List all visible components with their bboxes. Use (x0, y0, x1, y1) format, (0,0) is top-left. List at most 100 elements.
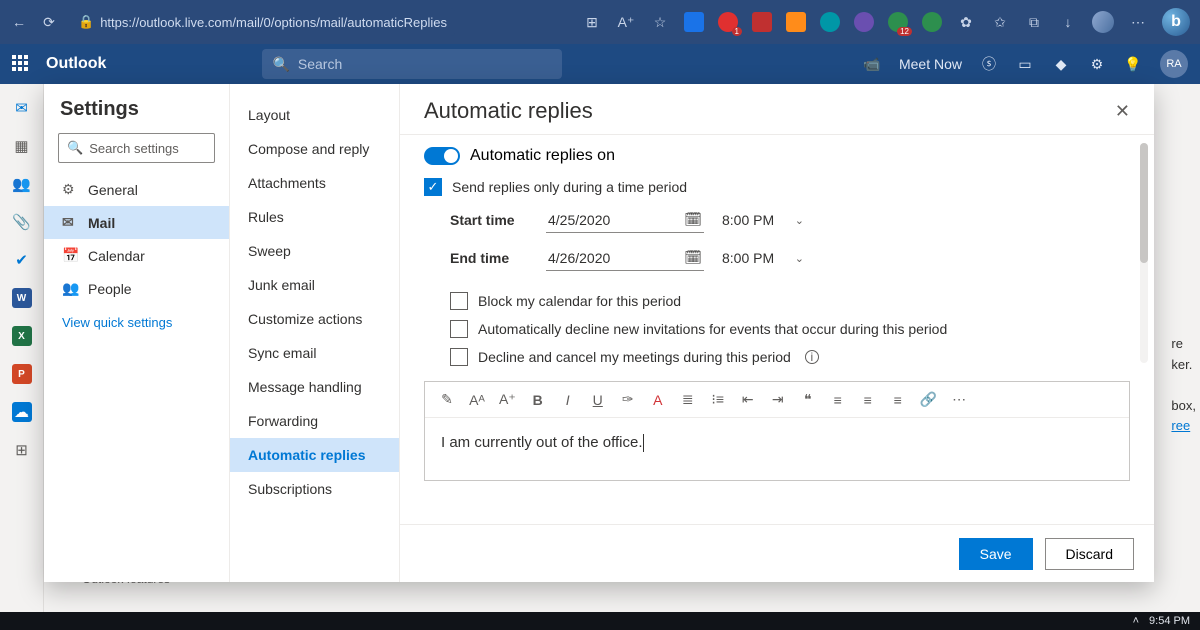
format-painter-icon[interactable]: ✎ (439, 391, 455, 408)
app-launcher-icon[interactable] (12, 55, 30, 73)
teams-icon[interactable]: ▭ (1016, 56, 1034, 73)
rail-todo-icon[interactable]: ✔ (12, 250, 32, 270)
link-icon[interactable]: 🔗 (920, 391, 937, 408)
numbering-icon[interactable]: ⁝≡ (710, 391, 726, 408)
settings-gear-icon[interactable]: ⚙ (1088, 56, 1106, 73)
tray-up-icon[interactable]: ˄ (1133, 615, 1139, 627)
system-clock[interactable]: 9:54 PM (1149, 615, 1190, 627)
subnav-attachments[interactable]: Attachments (230, 166, 399, 200)
ext-icon-3[interactable] (752, 12, 772, 32)
end-time-select[interactable]: 8:00 PM ⌄ (722, 250, 804, 266)
profile-avatar-icon[interactable] (1092, 11, 1114, 33)
rail-people-icon[interactable]: 👥 (12, 174, 32, 194)
ext-icon-8[interactable] (922, 12, 942, 32)
align-right-icon[interactable]: ≡ (890, 392, 906, 408)
ext-icon-2[interactable]: 1 (718, 12, 738, 32)
editor-content[interactable]: I am currently out of the office. (425, 418, 1129, 480)
skype-icon[interactable]: ⓢ (980, 54, 998, 74)
time-period-checkbox[interactable]: ✓ (424, 178, 442, 196)
meet-now-button[interactable]: Meet Now (899, 56, 962, 72)
subnav-sweep[interactable]: Sweep (230, 234, 399, 268)
rail-mail-icon[interactable]: ✉ (0, 98, 38, 118)
back-icon[interactable]: ← (10, 14, 28, 30)
category-calendar[interactable]: 📅Calendar (44, 239, 229, 272)
rail-powerpoint-icon[interactable]: P (12, 364, 32, 384)
app-grid-icon[interactable]: ⊞ (582, 12, 602, 32)
subnav-compose-and-reply[interactable]: Compose and reply (230, 132, 399, 166)
favorite-icon[interactable]: ☆ (650, 12, 670, 32)
start-time-select[interactable]: 8:00 PM ⌄ (722, 212, 804, 228)
subnav-junk-email[interactable]: Junk email (230, 268, 399, 302)
underline-button[interactable]: U (590, 392, 606, 408)
indent-icon[interactable]: ⇥ (770, 391, 786, 408)
category-people[interactable]: 👥People (44, 272, 229, 305)
video-icon[interactable]: 📹 (863, 56, 881, 73)
bold-button[interactable]: B (530, 392, 546, 408)
block-calendar-checkbox[interactable] (450, 292, 468, 310)
italic-button[interactable]: I (560, 392, 576, 408)
subnav-rules[interactable]: Rules (230, 200, 399, 234)
more-icon[interactable]: ⋯ (1128, 12, 1148, 32)
subnav-sync-email[interactable]: Sync email (230, 336, 399, 370)
auto-reply-toggle[interactable] (424, 147, 460, 165)
rail-more-apps-icon[interactable]: ⊞ (12, 440, 32, 460)
scrollbar[interactable] (1140, 143, 1148, 363)
rail-onedrive-icon[interactable]: ☁ (12, 402, 32, 422)
subnav-automatic-replies[interactable]: Automatic replies (230, 438, 399, 472)
ext-icon-7[interactable]: 12 (888, 12, 908, 32)
search-icon: 🔍 (67, 140, 83, 156)
view-quick-settings-link[interactable]: View quick settings (44, 305, 229, 340)
bing-chat-icon[interactable]: b (1162, 8, 1190, 36)
outdent-icon[interactable]: ⇤ (740, 391, 756, 408)
read-aloud-icon[interactable]: A⁺ (616, 12, 636, 32)
end-date-input[interactable]: 4/26/2020 🗓 (546, 245, 704, 271)
font-size-icon[interactable]: A⁺ (499, 391, 516, 408)
quote-icon[interactable]: ❝ (800, 391, 816, 408)
font-color-icon[interactable]: A (650, 392, 666, 408)
category-mail[interactable]: ✉Mail (44, 206, 229, 239)
subnav-layout[interactable]: Layout (230, 98, 399, 132)
ext-icon-1[interactable] (684, 12, 704, 32)
rail-files-icon[interactable]: 📎 (12, 212, 32, 232)
rail-calendar-icon[interactable]: ▦ (12, 136, 32, 156)
account-avatar[interactable]: RA (1160, 50, 1188, 78)
message-text: I am currently out of the office. (441, 434, 643, 451)
align-left-icon[interactable]: ≡ (830, 392, 846, 408)
collections-icon[interactable]: ⧉ (1024, 12, 1044, 32)
ext-icon-6[interactable] (854, 12, 874, 32)
start-date-input[interactable]: 4/25/2020 🗓 (546, 207, 704, 233)
windows-taskbar: ˄ 9:54 PM (0, 612, 1200, 630)
ext-icon-4[interactable] (786, 12, 806, 32)
align-center-icon[interactable]: ≡ (860, 392, 876, 408)
ext-icon-5[interactable] (820, 12, 840, 32)
outlook-premium-icon[interactable]: ◆ (1052, 56, 1070, 73)
more-format-icon[interactable]: ⋯ (951, 391, 967, 408)
chevron-down-icon: ⌄ (795, 252, 804, 265)
rail-excel-icon[interactable]: X (12, 326, 32, 346)
save-button[interactable]: Save (959, 538, 1033, 570)
address-bar[interactable]: 🔒 https://outlook.live.com/mail/0/option… (70, 8, 455, 36)
extensions-icon[interactable]: ✿ (956, 12, 976, 32)
search-box[interactable]: 🔍 Search (262, 49, 562, 79)
background-content: re ker. box, ree (1171, 334, 1196, 437)
subnav-message-handling[interactable]: Message handling (230, 370, 399, 404)
category-general[interactable]: ⚙General (44, 173, 229, 206)
font-family-icon[interactable]: Aᴬ (469, 392, 485, 408)
subnav-subscriptions[interactable]: Subscriptions (230, 472, 399, 506)
rail-word-icon[interactable]: W (12, 288, 32, 308)
bullets-icon[interactable]: ≣ (680, 391, 696, 408)
subnav-forwarding[interactable]: Forwarding (230, 404, 399, 438)
decline-new-checkbox[interactable] (450, 320, 468, 338)
close-icon[interactable]: ✕ (1115, 101, 1130, 122)
highlight-icon[interactable]: ✑ (620, 391, 636, 408)
downloads-icon[interactable]: ↓ (1058, 12, 1078, 32)
settings-search[interactable]: 🔍 Search settings (58, 133, 215, 163)
subnav-customize-actions[interactable]: Customize actions (230, 302, 399, 336)
refresh-icon[interactable]: ⟳ (40, 14, 58, 31)
discard-button[interactable]: Discard (1045, 538, 1134, 570)
info-icon[interactable]: i (805, 350, 819, 364)
favorites-list-icon[interactable]: ✩ (990, 12, 1010, 32)
browser-toolbar: ← ⟳ 🔒 https://outlook.live.com/mail/0/op… (0, 0, 1200, 44)
cancel-meetings-checkbox[interactable] (450, 348, 468, 366)
tips-icon[interactable]: 💡 (1124, 56, 1142, 73)
